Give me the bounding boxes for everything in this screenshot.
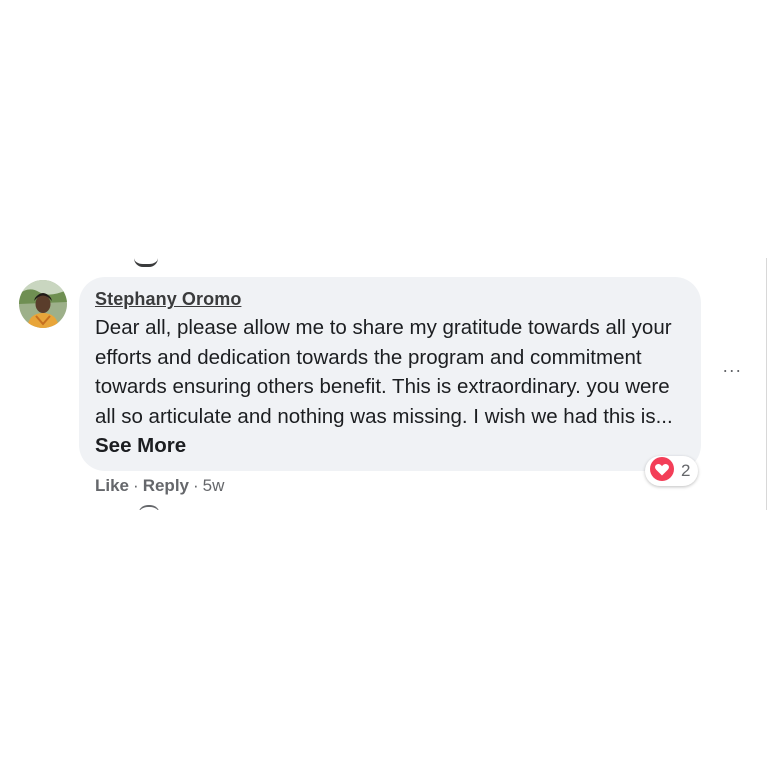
comment-body: Dear all, please allow me to share my gr… bbox=[95, 313, 685, 461]
comment-author-link[interactable]: Stephany Oromo bbox=[95, 289, 241, 310]
see-more-link[interactable]: See More bbox=[95, 434, 186, 457]
screenshot-canvas: Stephany Oromo Dear all, please allow me… bbox=[0, 0, 768, 768]
action-separator: · bbox=[133, 476, 139, 495]
like-button[interactable]: Like bbox=[95, 476, 129, 496]
comment-panel: Stephany Oromo Dear all, please allow me… bbox=[0, 258, 767, 510]
comment-timestamp[interactable]: 5w bbox=[203, 476, 225, 496]
comment-bubble: Stephany Oromo Dear all, please allow me… bbox=[79, 277, 701, 471]
reaction-count: 2 bbox=[681, 461, 691, 480]
avatar[interactable] bbox=[19, 280, 67, 328]
love-reaction-icon bbox=[649, 456, 675, 487]
reaction-summary[interactable]: 2 bbox=[645, 456, 699, 487]
comment-text: Dear all, please allow me to share my gr… bbox=[95, 316, 673, 428]
reply-button[interactable]: Reply bbox=[143, 476, 189, 496]
next-comment-fragment bbox=[138, 505, 160, 510]
avatar-image bbox=[19, 280, 67, 328]
action-separator: · bbox=[193, 476, 199, 495]
more-options-icon[interactable]: ··· bbox=[719, 361, 745, 379]
previous-comment-fragment bbox=[134, 258, 158, 267]
comment-actions: Like · Reply · 5w bbox=[95, 476, 224, 496]
